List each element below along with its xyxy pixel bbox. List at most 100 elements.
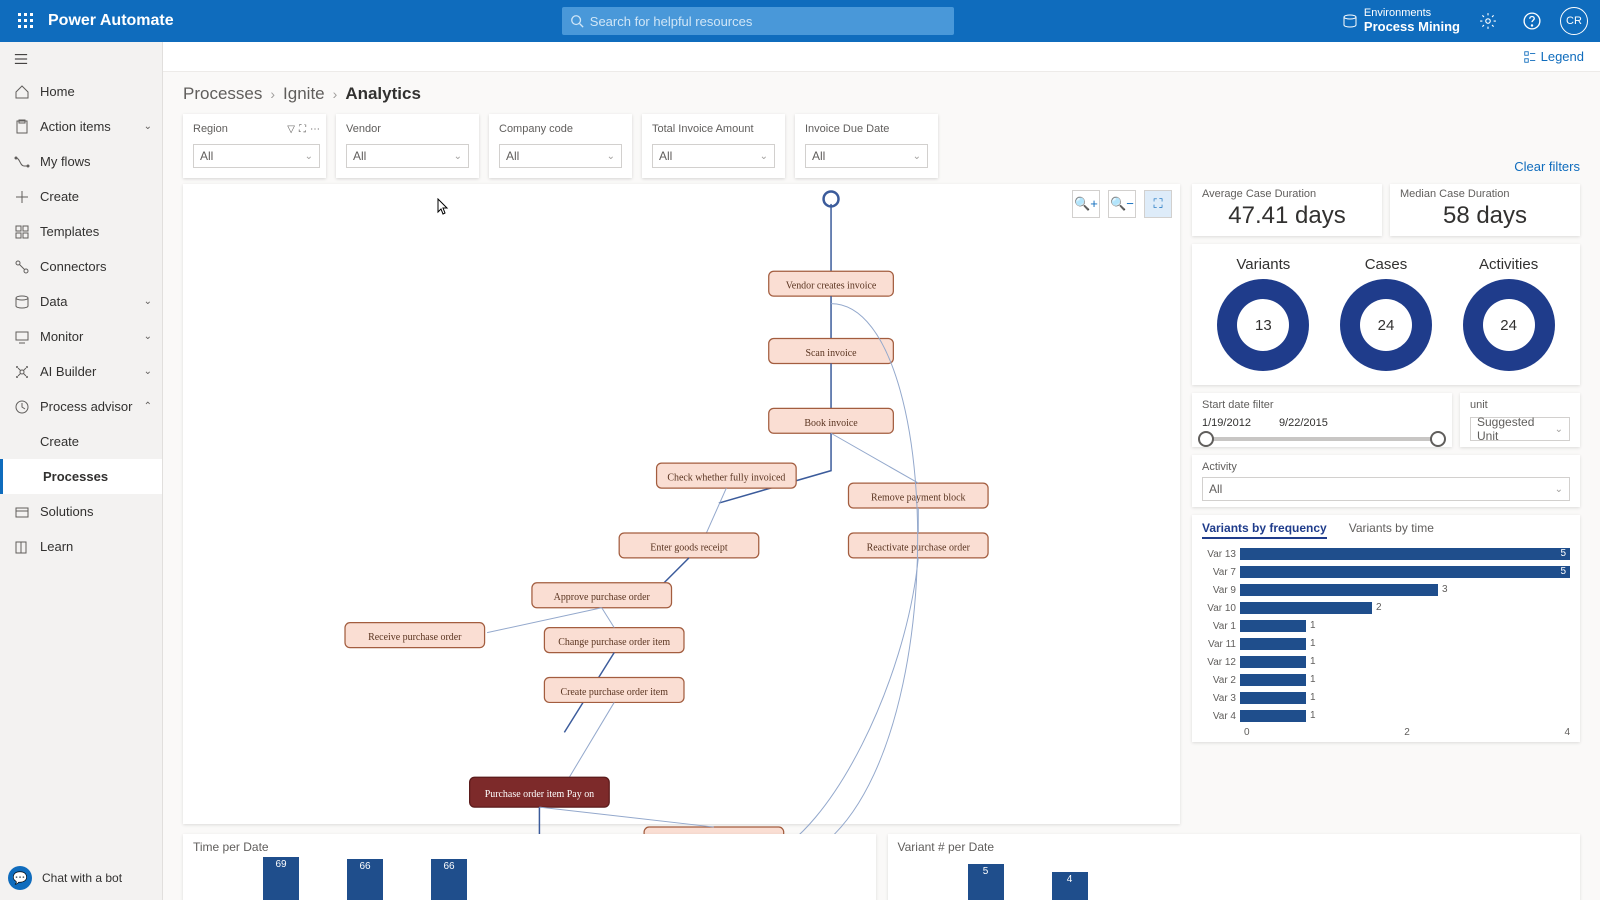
chevron-down-icon: ⌄ <box>1555 484 1563 495</box>
unit-card: unit Suggested Unit⌄ <box>1460 393 1580 447</box>
bar-var-11[interactable]: Var 111 <box>1202 635 1570 653</box>
donuts-card: Variants13Cases24Activities24 <box>1192 244 1580 385</box>
hamburger-icon[interactable] <box>0 44 162 74</box>
bar-var-7[interactable]: Var 75 <box>1202 563 1570 581</box>
sidebar-item-connectors[interactable]: Connectors <box>0 249 162 284</box>
sidebar-item-create[interactable]: Create <box>0 424 162 459</box>
bar-value: 2 <box>1376 602 1382 614</box>
sidebar-item-monitor[interactable]: Monitor⌄ <box>0 319 162 354</box>
legend-icon <box>1523 50 1537 64</box>
filter-label: Company code <box>499 123 573 135</box>
bar-var-1[interactable]: Var 11 <box>1202 617 1570 635</box>
chevron-down-icon: ⌄ <box>144 296 152 307</box>
bar-value: 1 <box>1310 674 1316 686</box>
donut-chart[interactable]: 13 <box>1217 279 1309 371</box>
nav-label: Connectors <box>40 259 106 274</box>
environment-picker[interactable]: Environments Process Mining <box>1342 7 1460 35</box>
nav-label: Create <box>40 434 79 449</box>
sidebar-item-ai-builder[interactable]: AI Builder⌄ <box>0 354 162 389</box>
vbar[interactable]: 66 <box>347 859 383 900</box>
slider-handle-start[interactable] <box>1198 431 1214 447</box>
donut-title: Variants <box>1217 256 1309 273</box>
bar-var-3[interactable]: Var 31 <box>1202 689 1570 707</box>
sidebar-item-learn[interactable]: Learn <box>0 529 162 564</box>
unit-select[interactable]: Suggested Unit⌄ <box>1470 417 1570 441</box>
bar-var-2[interactable]: Var 21 <box>1202 671 1570 689</box>
settings-icon[interactable] <box>1472 5 1504 37</box>
vbar[interactable]: 4 <box>1052 872 1088 900</box>
breadcrumb: Processes › Ignite › Analytics <box>183 84 1580 104</box>
donut-value: 24 <box>1360 299 1412 351</box>
donut-chart[interactable]: 24 <box>1463 279 1555 371</box>
process-map[interactable]: Vendor creates invoice Scan invoice Book… <box>183 184 1180 900</box>
svg-text:Remove payment block: Remove payment block <box>871 493 966 504</box>
chart-title: Variant # per Date <box>898 840 1571 854</box>
breadcrumb-ignite[interactable]: Ignite <box>283 84 325 104</box>
date-range-slider[interactable] <box>1202 437 1442 441</box>
chart-title: Time per Date <box>193 840 866 854</box>
vbar[interactable]: 66 <box>431 859 467 900</box>
connector-icon <box>14 259 30 275</box>
search-box[interactable] <box>562 7 954 35</box>
filter-select[interactable]: All⌄ <box>652 144 775 168</box>
vbar[interactable]: 5 <box>968 864 1004 900</box>
svg-text:Scan invoice: Scan invoice <box>805 348 857 359</box>
bar-value: 3 <box>1442 584 1448 596</box>
axis-tick: 2 <box>1404 727 1410 738</box>
avg-case-duration-card: Average Case Duration 47.41 days <box>1192 184 1382 236</box>
sidebar-item-data[interactable]: Data ⌄ <box>0 284 162 319</box>
nav-label: Learn <box>40 539 73 554</box>
filter-select[interactable]: All⌄ <box>193 144 320 168</box>
flow-icon <box>14 154 30 170</box>
bar-value: 1 <box>1310 638 1316 650</box>
monitor-icon <box>14 329 30 345</box>
bar-var-9[interactable]: Var 9 3 <box>1202 581 1570 599</box>
slider-handle-end[interactable] <box>1430 431 1446 447</box>
learn-icon <box>14 539 30 555</box>
tab-variants-by-frequency[interactable]: Variants by frequency <box>1202 521 1327 539</box>
search-input[interactable] <box>590 14 946 29</box>
sidebar-item-my-flows[interactable]: My flows <box>0 144 162 179</box>
bar-label: Var 9 <box>1202 585 1240 596</box>
breadcrumb-processes[interactable]: Processes <box>183 84 262 104</box>
filter-select[interactable]: All⌄ <box>499 144 622 168</box>
nav-label: Process advisor <box>40 399 132 414</box>
chat-bot-button[interactable]: 💬 Chat with a bot <box>8 866 122 890</box>
bar-label: Var 12 <box>1202 657 1240 668</box>
sidebar-item-process-advisor[interactable]: Process advisor⌃ <box>0 389 162 424</box>
filter-company-code: Company code All⌄ <box>489 114 632 178</box>
sidebar-item-templates[interactable]: Templates <box>0 214 162 249</box>
more-icon[interactable]: ⋯ <box>310 124 320 135</box>
filter-select[interactable]: All⌄ <box>346 144 469 168</box>
nav-label: Data <box>40 294 67 309</box>
sidebar-item-processes[interactable]: Processes <box>0 459 162 494</box>
chat-bot-icon: 💬 <box>8 866 32 890</box>
bar-var-12[interactable]: Var 121 <box>1202 653 1570 671</box>
svg-text:Vendor creates invoice: Vendor creates invoice <box>786 281 877 292</box>
app-launcher-icon[interactable] <box>8 3 44 39</box>
donut-chart[interactable]: 24 <box>1340 279 1432 371</box>
sidebar-item-action-items[interactable]: Action items⌄ <box>0 109 162 144</box>
chevron-down-icon: ⌄ <box>1555 424 1563 435</box>
bar-var-13[interactable]: Var 135 <box>1202 545 1570 563</box>
legend-button[interactable]: Legend <box>1523 49 1584 64</box>
user-avatar[interactable]: CR <box>1560 7 1588 35</box>
help-icon[interactable] <box>1516 5 1548 37</box>
date-filter-label: Start date filter <box>1202 399 1442 411</box>
start-date-filter-card: Start date filter 1/19/2012 9/22/2015 <box>1192 393 1452 447</box>
filter-icon[interactable]: ▽ <box>287 124 295 135</box>
bar-var-10[interactable]: Var 102 <box>1202 599 1570 617</box>
clear-filters-link[interactable]: Clear filters <box>1514 159 1580 178</box>
bar-var-4[interactable]: Var 41 <box>1202 707 1570 725</box>
filter-vendor: VendorAll⌄ <box>336 114 479 178</box>
expand-icon[interactable]: ⛶ <box>299 124 306 135</box>
tab-variants-by-time[interactable]: Variants by time <box>1349 521 1434 539</box>
sidebar-item-solutions[interactable]: Solutions <box>0 494 162 529</box>
sidebar-item-home[interactable]: Home <box>0 74 162 109</box>
bar-value: 1 <box>1310 620 1316 632</box>
filter-select[interactable]: All⌄ <box>805 144 928 168</box>
vbar[interactable]: 69 <box>263 857 299 900</box>
sidebar-item-create[interactable]: Create <box>0 179 162 214</box>
search-icon <box>570 14 584 28</box>
activity-select[interactable]: All⌄ <box>1202 477 1570 501</box>
